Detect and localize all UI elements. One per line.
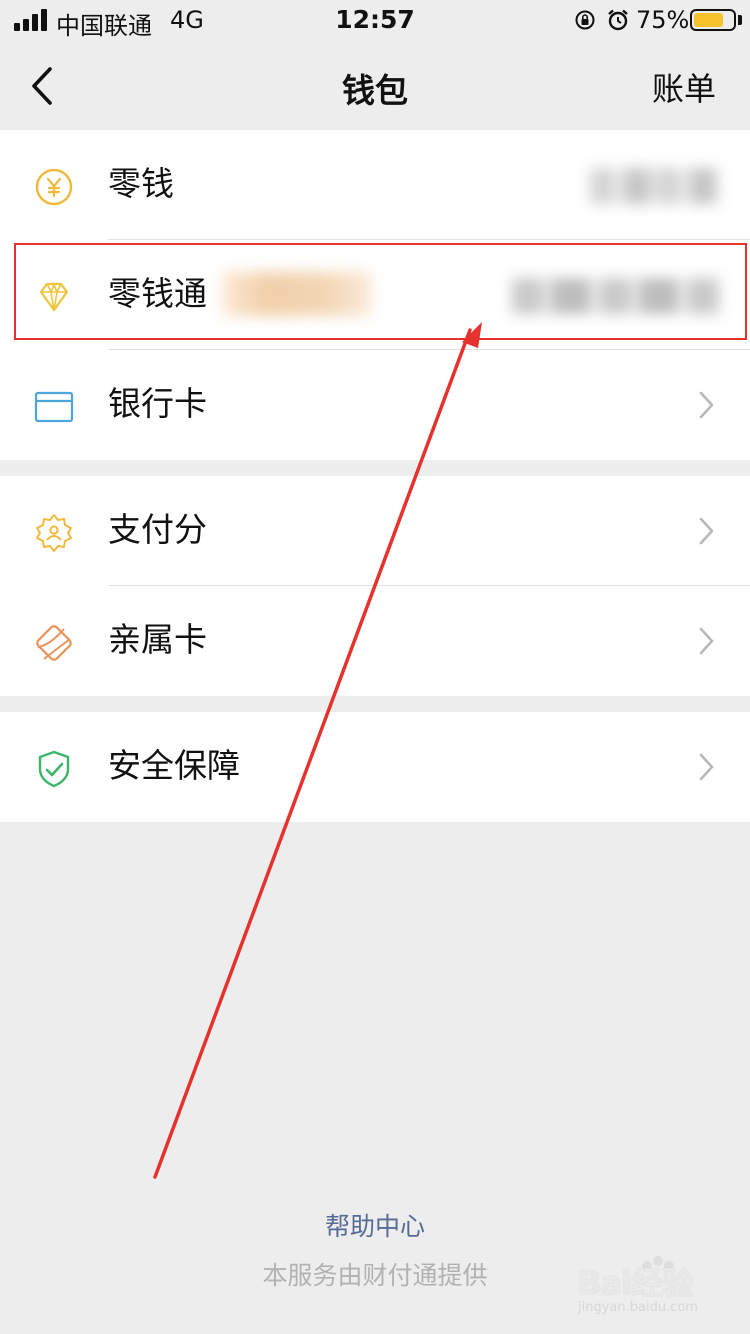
payment-score-badge-icon <box>36 514 72 552</box>
yield-info-blurred <box>222 272 372 316</box>
lingqiantong-balance-blurred <box>512 278 720 314</box>
rotation-lock-icon <box>575 10 595 30</box>
yen-coin-icon <box>35 168 73 206</box>
navigation-bar: 钱包 账单 <box>0 42 750 130</box>
battery-tip <box>738 15 742 25</box>
page-title: 钱包 <box>342 71 408 110</box>
chevron-right-icon <box>699 627 714 655</box>
status-bar: 中国联通 4G 12:57 75% <box>0 0 750 42</box>
bank-card-icon <box>34 391 74 423</box>
chevron-right-icon <box>699 517 714 545</box>
service-item-payment-score[interactable]: 支付分 <box>0 476 750 586</box>
battery-icon <box>690 9 736 31</box>
wallet-section: 零钱 零钱通 银行卡 <box>0 130 750 460</box>
service-item-label: 支付分 <box>108 510 207 549</box>
chevron-right-icon <box>699 753 714 781</box>
watermark-text: Bai经验 <box>577 1264 694 1302</box>
family-card-icon <box>36 625 72 661</box>
security-section: 安全保障 <box>0 712 750 822</box>
watermark-subtext: jingyan.baidu.com <box>578 1300 698 1315</box>
alarm-clock-icon <box>608 9 628 31</box>
wallet-item-lingqiantong[interactable]: 零钱通 <box>0 240 750 350</box>
wallet-item-bank-card[interactable]: 银行卡 <box>0 350 750 460</box>
shield-check-icon <box>38 750 70 788</box>
services-section: 支付分 亲属卡 <box>0 476 750 696</box>
help-center-link[interactable]: 帮助中心 <box>0 1207 750 1243</box>
security-item[interactable]: 安全保障 <box>0 712 750 822</box>
battery-percent: 75% <box>636 6 690 34</box>
back-button[interactable] <box>22 60 70 112</box>
diamond-icon <box>39 282 69 312</box>
wallet-item-label: 零钱通 <box>108 274 207 313</box>
wallet-item-label: 零钱 <box>108 164 174 203</box>
bill-button[interactable]: 账单 <box>652 64 716 110</box>
wallet-item-label: 银行卡 <box>108 384 207 423</box>
chevron-right-icon <box>699 391 714 419</box>
wallet-item-change[interactable]: 零钱 <box>0 130 750 240</box>
service-item-family-card[interactable]: 亲属卡 <box>0 586 750 696</box>
service-item-label: 亲属卡 <box>108 620 207 659</box>
change-balance-blurred <box>590 168 720 204</box>
security-item-label: 安全保障 <box>108 746 240 785</box>
